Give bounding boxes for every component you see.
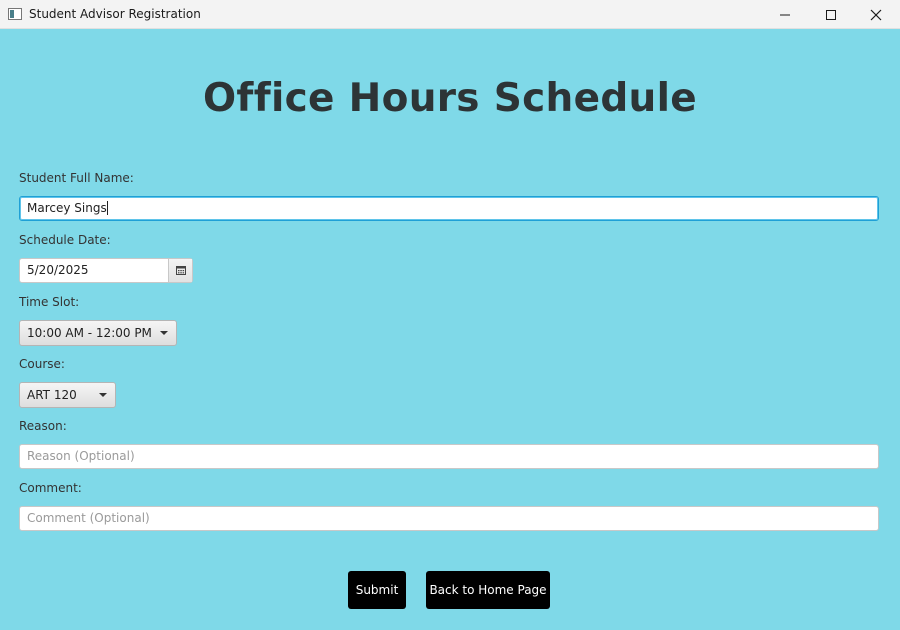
- student-name-value: Marcey Sings: [27, 201, 107, 215]
- minimize-icon: [780, 14, 790, 15]
- schedule-date-value[interactable]: 5/20/2025: [20, 259, 168, 282]
- course-label: Course:: [19, 357, 65, 371]
- close-icon: [870, 9, 882, 20]
- schedule-date-picker[interactable]: 5/20/2025: [19, 258, 193, 283]
- calendar-icon: [175, 266, 186, 275]
- minimize-button[interactable]: [762, 0, 808, 29]
- page-title: Office Hours Schedule: [202, 76, 698, 121]
- schedule-date-label: Schedule Date:: [19, 233, 111, 247]
- maximize-icon: [826, 9, 836, 20]
- student-name-input[interactable]: Marcey Sings: [19, 196, 879, 221]
- comment-label: Comment:: [19, 481, 82, 495]
- chevron-down-icon: [99, 393, 107, 397]
- time-slot-dropdown[interactable]: 10:00 AM - 12:00 PM: [19, 320, 177, 346]
- window-title: Student Advisor Registration: [29, 7, 201, 21]
- close-button[interactable]: [853, 0, 899, 29]
- comment-placeholder: Comment (Optional): [27, 511, 150, 525]
- course-value: ART 120: [27, 388, 77, 402]
- reason-label: Reason:: [19, 419, 67, 433]
- maximize-button[interactable]: [808, 0, 854, 29]
- chevron-down-icon: [160, 331, 168, 335]
- time-slot-label: Time Slot:: [19, 295, 80, 309]
- title-bar: Student Advisor Registration: [0, 0, 900, 29]
- course-dropdown[interactable]: ART 120: [19, 382, 116, 408]
- student-name-label: Student Full Name:: [19, 171, 134, 185]
- time-slot-value: 10:00 AM - 12:00 PM: [27, 326, 152, 340]
- back-to-home-button[interactable]: Back to Home Page: [426, 571, 550, 609]
- app-icon: [8, 8, 22, 20]
- calendar-button[interactable]: [168, 259, 192, 282]
- submit-button[interactable]: Submit: [348, 571, 406, 609]
- reason-input[interactable]: Reason (Optional): [19, 444, 879, 469]
- text-cursor: [106, 200, 108, 215]
- reason-placeholder: Reason (Optional): [27, 449, 135, 463]
- comment-input[interactable]: Comment (Optional): [19, 506, 879, 531]
